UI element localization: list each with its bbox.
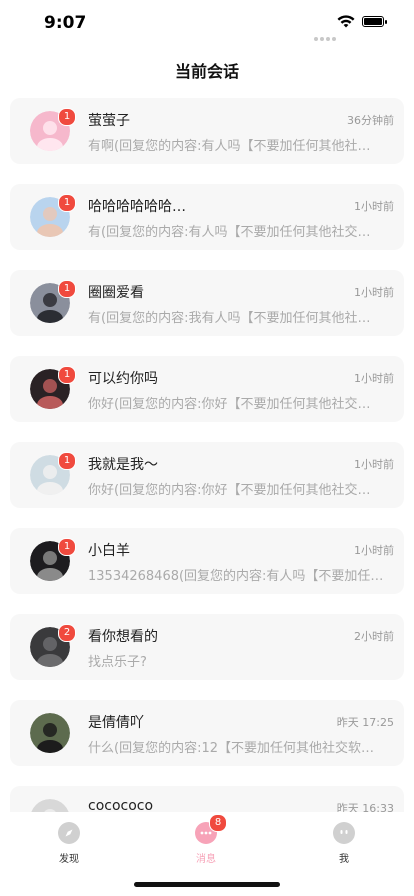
message-time: 36分钟前 [347,114,394,127]
unread-badge: 1 [58,280,76,298]
message-time: 1小时前 [354,458,394,471]
avatar-container [30,713,70,753]
message-preview: 13534268468(回复您的内容:有人吗【不要加任… [88,569,384,584]
message-time: 1小时前 [354,286,394,299]
unread-badge: 1 [58,108,76,126]
tab-label: 消息 [196,854,216,865]
message-time: 1小时前 [354,200,394,213]
avatar-container: 1 [30,366,76,409]
conversation-item[interactable]: 1 哈哈哈哈哈哈… 1小时前有(回复您的内容:有人吗【不要加任何其他社交… [10,184,404,250]
tab-me[interactable]: 我 [304,822,384,865]
conversation-item[interactable]: cocococo 昨天 16:33 [10,786,404,812]
message-preview: 有(回复您的内容:有人吗【不要加任何其他社交… [88,225,371,240]
tab-unread-badge: 8 [209,814,227,832]
message-preview: 有啊(回复您的内容:有人吗【不要加任何其他社… [88,139,371,154]
compass-icon [58,822,80,844]
message-time: 1小时前 [354,544,394,557]
avatar-container: 2 [30,624,76,667]
conversation-item[interactable]: 1 萤萤子 36分钟前有啊(回复您的内容:有人吗【不要加任何其他社… [10,98,404,164]
conversation-item[interactable]: 2 看你想看的 2小时前找点乐子? [10,614,404,680]
message-preview: 你好(回复您的内容:你好【不要加任何其他社交… [88,483,371,498]
home-indicator [134,882,280,887]
message-time: 1小时前 [354,372,394,385]
conversation-item[interactable]: 1 我就是我～ 1小时前你好(回复您的内容:你好【不要加任何其他社交… [10,442,404,508]
unread-badge: 1 [58,538,76,556]
tab-label: 我 [339,854,349,865]
tab-messages[interactable]: 8 消息 [166,814,246,865]
avatar-container: 1 [30,452,76,495]
tab-label: 发现 [59,854,79,865]
avatar-container: 1 [30,280,76,323]
conversation-item[interactable]: 1 小白羊 1小时前 13534268468(回复您的内容:有人吗【不要加任… [10,528,404,594]
conversation-item[interactable]: 1 可以约你吗 1小时前你好(回复您的内容:你好【不要加任何其他社交… [10,356,404,422]
unread-badge: 2 [58,624,76,642]
message-preview: 找点乐子? [88,655,147,670]
unread-badge: 1 [58,452,76,470]
chat-icon: 8 [195,814,227,844]
contact-name: 哈哈哈哈哈哈… [88,199,186,215]
contact-name: 我就是我～ [88,457,158,473]
conversation-list[interactable]: 1 萤萤子 36分钟前有啊(回复您的内容:有人吗【不要加任何其他社… 1 哈哈哈哈哈哈…… [0,0,414,812]
message-preview: 你好(回复您的内容:你好【不要加任何其他社交… [88,397,371,412]
profile-face-icon [333,822,355,844]
contact-name: 看你想看的 [88,629,158,645]
unread-badge: 1 [58,366,76,384]
avatar-container [30,799,70,812]
message-time: 2小时前 [354,630,394,643]
contact-name: 萤萤子 [88,113,130,129]
contact-name: 可以约你吗 [88,371,158,387]
tab-discover[interactable]: 发现 [29,822,109,865]
avatar-container: 1 [30,538,76,581]
message-preview: 什么(回复您的内容:12【不要加任何其他社交软… [88,741,374,756]
contact-name: 是倩倩吖 [88,715,144,731]
unread-badge: 1 [58,194,76,212]
avatar[interactable] [30,799,70,812]
avatar-container: 1 [30,194,76,237]
avatar-container: 1 [30,108,76,151]
contact-name: cocococo [88,798,154,812]
conversation-item[interactable]: 是倩倩吖 昨天 17:25 什么(回复您的内容:12【不要加任何其他社交软… [10,700,404,766]
conversation-item[interactable]: 1 圈圈爱看 1小时前有(回复您的内容:我有人吗【不要加任何其他社… [10,270,404,336]
message-time: 昨天 17:25 [336,716,394,729]
message-time: 昨天 16:33 [336,802,394,812]
contact-name: 小白羊 [88,543,130,559]
message-preview: 有(回复您的内容:我有人吗【不要加任何其他社… [88,311,371,326]
page-title: 当前会话 [174,62,239,81]
avatar[interactable] [30,713,70,753]
contact-name: 圈圈爱看 [88,285,144,301]
